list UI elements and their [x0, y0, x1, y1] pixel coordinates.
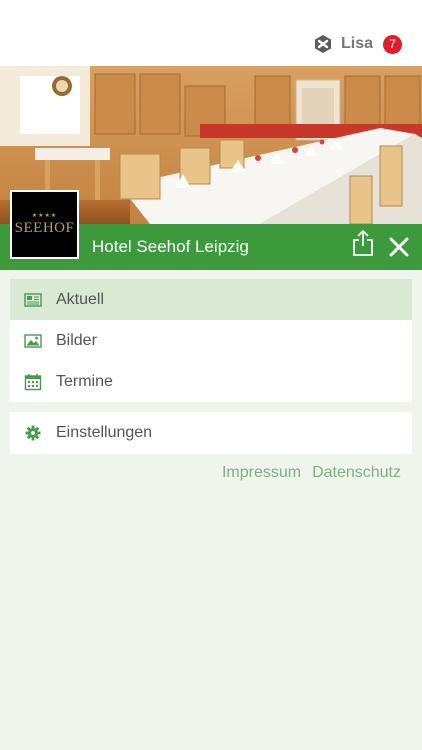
- hotel-logo: ★★★★ SEEHOF: [10, 190, 79, 259]
- menu-item-aktuell[interactable]: Aktuell: [10, 279, 412, 320]
- menu-item-termine[interactable]: Termine: [10, 361, 412, 402]
- settings-menu: Einstellungen: [10, 412, 412, 454]
- logo-text: SEEHOF: [14, 219, 75, 236]
- newspaper-icon: [24, 292, 42, 307]
- menu-label-einstellungen: Einstellungen: [56, 424, 153, 441]
- menu-label-bilder: Bilder: [56, 331, 97, 349]
- datenschutz-link[interactable]: Datenschutz: [312, 464, 401, 482]
- hotel-name: Hotel Seehof Leipzig: [92, 237, 249, 256]
- notification-badge[interactable]: 7: [383, 34, 402, 54]
- impressum-link[interactable]: Impressum: [222, 464, 301, 482]
- user-profile[interactable]: Lisa 7: [313, 32, 402, 56]
- calendar-icon: [24, 373, 42, 390]
- gear-icon: [25, 425, 41, 441]
- footer-links: Impressum Datenschutz: [222, 464, 401, 482]
- close-icon[interactable]: [388, 236, 410, 258]
- menu-item-einstellungen[interactable]: Einstellungen: [10, 412, 412, 454]
- main-menu: Aktuell Bilder Termine: [10, 279, 412, 402]
- image-icon: [24, 333, 42, 348]
- menu-label-termine: Termine: [56, 372, 113, 390]
- hex-nut-icon: [314, 35, 331, 53]
- share-icon[interactable]: [351, 229, 375, 257]
- menu-item-bilder[interactable]: Bilder: [10, 320, 412, 361]
- logo-stars: ★★★★: [31, 212, 58, 219]
- top-bar: Lisa 7: [0, 0, 422, 66]
- user-name[interactable]: Lisa: [341, 35, 373, 53]
- menu-label-aktuell: Aktuell: [56, 290, 105, 308]
